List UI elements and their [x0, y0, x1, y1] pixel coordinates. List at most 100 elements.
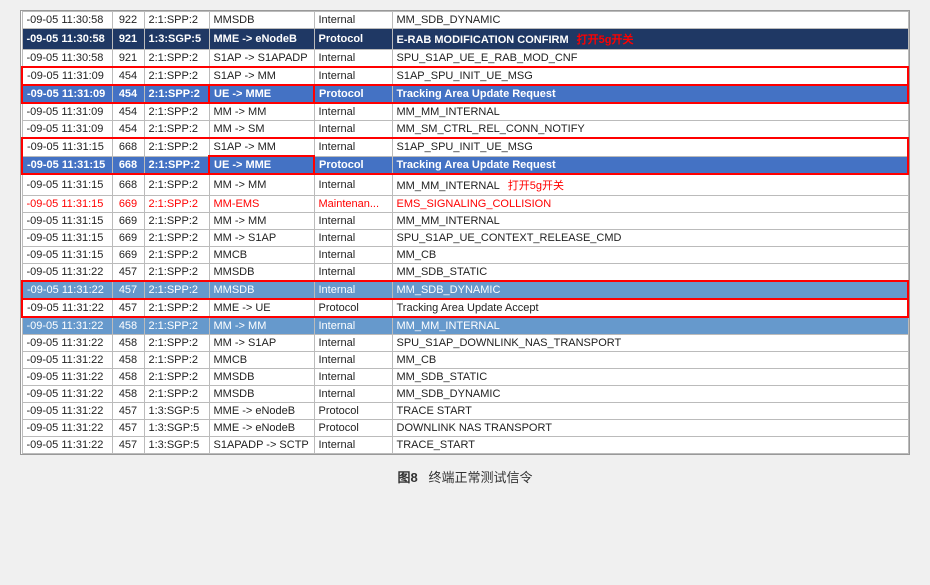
direction-cell: MM -> S1AP — [209, 335, 314, 352]
time-cell: -09-05 11:31:22 — [22, 317, 112, 335]
table-row[interactable]: -09-05 11:31:224582:1:SPP:2MMSDBInternal… — [22, 369, 908, 386]
type-cell: Internal — [314, 174, 392, 196]
message-cell: MM_MM_INTERNAL — [392, 103, 908, 121]
direction-cell: MMSDB — [209, 264, 314, 282]
table-row[interactable]: -09-05 11:31:156682:1:SPP:2S1AP -> MMInt… — [22, 138, 908, 156]
id-cell: 668 — [112, 174, 144, 196]
type-cell: Internal — [314, 50, 392, 68]
message-cell: TRACE_START — [392, 437, 908, 454]
node-cell: 2:1:SPP:2 — [144, 369, 209, 386]
time-cell: -09-05 11:31:22 — [22, 335, 112, 352]
table-row[interactable]: -09-05 11:31:224572:1:SPP:2MME -> UEProt… — [22, 299, 908, 317]
node-cell: 2:1:SPP:2 — [144, 281, 209, 299]
direction-cell: MM -> S1AP — [209, 230, 314, 247]
type-cell: Internal — [314, 103, 392, 121]
table-row[interactable]: -09-05 11:30:589211:3:SGP:5MME -> eNodeB… — [22, 29, 908, 50]
time-cell: -09-05 11:30:58 — [22, 12, 112, 29]
id-cell: 458 — [112, 352, 144, 369]
direction-cell: MM -> MM — [209, 317, 314, 335]
message-cell: MM_SDB_DYNAMIC — [392, 281, 908, 299]
message-cell: MM_SDB_DYNAMIC — [392, 12, 908, 29]
table-row[interactable]: -09-05 11:31:094542:1:SPP:2MM -> MMInter… — [22, 103, 908, 121]
node-cell: 2:1:SPP:2 — [144, 247, 209, 264]
time-cell: -09-05 11:31:22 — [22, 299, 112, 317]
table-row[interactable]: -09-05 11:31:094542:1:SPP:2MM -> SMInter… — [22, 121, 908, 139]
direction-cell: MM-EMS — [209, 196, 314, 213]
time-cell: -09-05 11:31:15 — [22, 230, 112, 247]
table-row[interactable]: -09-05 11:31:224571:3:SGP:5MME -> eNodeB… — [22, 420, 908, 437]
message-cell: S1AP_SPU_INIT_UE_MSG — [392, 67, 908, 85]
direction-cell: S1AP -> S1APADP — [209, 50, 314, 68]
node-cell: 1:3:SGP:5 — [144, 420, 209, 437]
table-row[interactable]: -09-05 11:31:094542:1:SPP:2UE -> MMEProt… — [22, 85, 908, 103]
message-cell: MM_SM_CTRL_REL_CONN_NOTIFY — [392, 121, 908, 139]
table-row[interactable]: -09-05 11:31:224582:1:SPP:2MMSDBInternal… — [22, 386, 908, 403]
id-cell: 922 — [112, 12, 144, 29]
direction-cell: MM -> MM — [209, 174, 314, 196]
type-cell: Internal — [314, 386, 392, 403]
id-cell: 457 — [112, 420, 144, 437]
type-cell: Internal — [314, 352, 392, 369]
message-cell: SPU_S1AP_DOWNLINK_NAS_TRANSPORT — [392, 335, 908, 352]
message-cell: Tracking Area Update Request — [392, 156, 908, 174]
direction-cell: MMCB — [209, 247, 314, 264]
node-cell: 2:1:SPP:2 — [144, 103, 209, 121]
message-cell: DOWNLINK NAS TRANSPORT — [392, 420, 908, 437]
table-row[interactable]: -09-05 11:31:224571:3:SGP:5S1APADP -> SC… — [22, 437, 908, 454]
table-row[interactable]: -09-05 11:31:224571:3:SGP:5MME -> eNodeB… — [22, 403, 908, 420]
table-row[interactable]: -09-05 11:31:156692:1:SPP:2MMCBInternalM… — [22, 247, 908, 264]
time-cell: -09-05 11:31:22 — [22, 420, 112, 437]
direction-cell: MME -> eNodeB — [209, 403, 314, 420]
table-row[interactable]: -09-05 11:30:589222:1:SPP:2MMSDBInternal… — [22, 12, 908, 29]
table-row[interactable]: -09-05 11:31:224572:1:SPP:2MMSDBInternal… — [22, 264, 908, 282]
node-cell: 2:1:SPP:2 — [144, 156, 209, 174]
type-cell: Internal — [314, 213, 392, 230]
direction-cell: S1APADP -> SCTP — [209, 437, 314, 454]
figure-label: 终端正常测试信令 — [429, 470, 533, 485]
node-cell: 2:1:SPP:2 — [144, 85, 209, 103]
node-cell: 2:1:SPP:2 — [144, 335, 209, 352]
node-cell: 2:1:SPP:2 — [144, 50, 209, 68]
id-cell: 454 — [112, 85, 144, 103]
type-cell: Protocol — [314, 29, 392, 50]
message-cell: Tracking Area Update Accept — [392, 299, 908, 317]
time-cell: -09-05 11:31:22 — [22, 264, 112, 282]
table-row[interactable]: -09-05 11:30:589212:1:SPP:2S1AP -> S1APA… — [22, 50, 908, 68]
direction-cell: UE -> MME — [209, 85, 314, 103]
table-row[interactable]: -09-05 11:31:156682:1:SPP:2UE -> MMEProt… — [22, 156, 908, 174]
table-row[interactable]: -09-05 11:31:224582:1:SPP:2MM -> MMInter… — [22, 317, 908, 335]
time-cell: -09-05 11:30:58 — [22, 50, 112, 68]
time-cell: -09-05 11:31:22 — [22, 403, 112, 420]
time-cell: -09-05 11:31:15 — [22, 174, 112, 196]
type-cell: Protocol — [314, 156, 392, 174]
id-cell: 458 — [112, 386, 144, 403]
signal-table: -09-05 11:30:589222:1:SPP:2MMSDBInternal… — [21, 11, 909, 454]
type-cell: Internal — [314, 247, 392, 264]
id-cell: 457 — [112, 264, 144, 282]
type-cell: Protocol — [314, 420, 392, 437]
node-cell: 1:3:SGP:5 — [144, 29, 209, 50]
node-cell: 1:3:SGP:5 — [144, 437, 209, 454]
type-cell: Protocol — [314, 403, 392, 420]
id-cell: 458 — [112, 335, 144, 352]
time-cell: -09-05 11:31:15 — [22, 247, 112, 264]
table-row[interactable]: -09-05 11:31:224572:1:SPP:2MMSDBInternal… — [22, 281, 908, 299]
figure-number: 图8 — [397, 470, 417, 485]
table-row[interactable]: -09-05 11:31:156692:1:SPP:2MM -> MMInter… — [22, 213, 908, 230]
table-row[interactable]: -09-05 11:31:224582:1:SPP:2MM -> S1APInt… — [22, 335, 908, 352]
time-cell: -09-05 11:30:58 — [22, 29, 112, 50]
type-cell: Internal — [314, 437, 392, 454]
direction-cell: MM -> MM — [209, 103, 314, 121]
table-row[interactable]: -09-05 11:31:156682:1:SPP:2MM -> MMInter… — [22, 174, 908, 196]
time-cell: -09-05 11:31:15 — [22, 138, 112, 156]
table-row[interactable]: -09-05 11:31:224582:1:SPP:2MMCBInternalM… — [22, 352, 908, 369]
message-cell: E-RAB MODIFICATION CONFIRM打开5g开关 — [392, 29, 908, 50]
direction-cell: S1AP -> MM — [209, 138, 314, 156]
table-row[interactable]: -09-05 11:31:094542:1:SPP:2S1AP -> MMInt… — [22, 67, 908, 85]
node-cell: 2:1:SPP:2 — [144, 12, 209, 29]
id-cell: 669 — [112, 196, 144, 213]
id-cell: 454 — [112, 103, 144, 121]
type-cell: Internal — [314, 230, 392, 247]
table-row[interactable]: -09-05 11:31:156692:1:SPP:2MM-EMSMainten… — [22, 196, 908, 213]
table-row[interactable]: -09-05 11:31:156692:1:SPP:2MM -> S1APInt… — [22, 230, 908, 247]
